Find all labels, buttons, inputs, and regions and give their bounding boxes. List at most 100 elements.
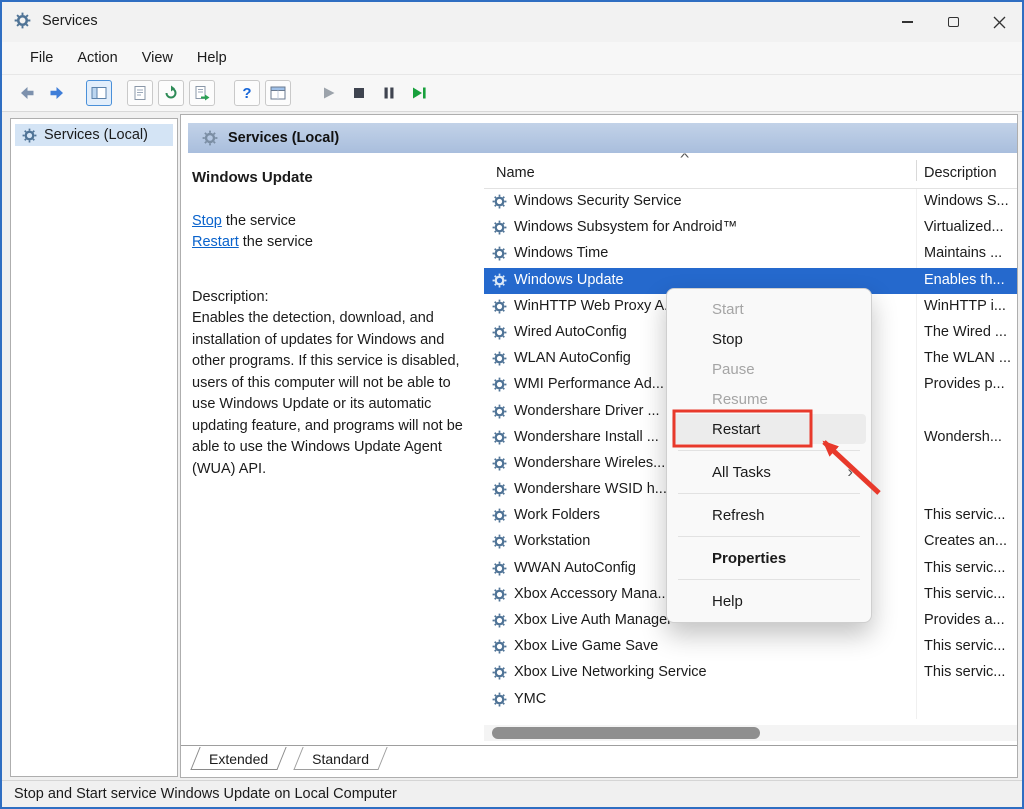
service-row[interactable]: Windows Time Maintains ... <box>484 241 1017 267</box>
new-window-button[interactable] <box>265 80 291 106</box>
menu-action[interactable]: Action <box>65 45 129 71</box>
service-name: Workstation <box>514 533 590 549</box>
view-tabs: Extended Standard <box>181 745 1017 773</box>
description-text: Enables the detection, download, and ins… <box>192 308 468 480</box>
minimize-button[interactable] <box>884 2 930 42</box>
help-icon: ? <box>238 84 256 102</box>
column-resize-handle[interactable] <box>916 160 917 181</box>
back-button[interactable] <box>12 84 42 102</box>
tree-item-services-local[interactable]: Services (Local) <box>15 124 173 146</box>
title-bar[interactable]: Services <box>2 2 1022 42</box>
selected-service-title: Windows Update <box>192 167 468 189</box>
tab-extended-label: Extended <box>209 751 268 767</box>
restart-service-link[interactable]: Restart <box>192 234 239 250</box>
menu-bar: File Action View Help <box>2 42 1022 74</box>
refresh-button[interactable] <box>158 80 184 106</box>
stop-service-line: Stop the service <box>192 211 468 233</box>
context-menu-item-restart[interactable]: Restart <box>672 414 866 444</box>
service-gear-icon <box>492 561 507 580</box>
menu-separator <box>678 579 860 580</box>
horizontal-scrollbar[interactable] <box>484 725 1017 741</box>
forward-button[interactable] <box>42 84 72 102</box>
service-row[interactable]: Xbox Live Game SaveThis servic... <box>484 634 1017 660</box>
tab-extended[interactable]: Extended <box>195 747 282 770</box>
svg-text:?: ? <box>242 85 251 102</box>
status-bar: Stop and Start service Windows Update on… <box>2 780 1022 807</box>
export-list-button[interactable] <box>189 80 215 106</box>
stop-icon <box>350 84 368 102</box>
pause-service-button[interactable] <box>376 80 402 106</box>
back-arrow-icon <box>18 84 36 102</box>
service-name: Windows Time <box>514 245 608 261</box>
context-menu-item-all-tasks[interactable]: All Tasks› <box>672 457 866 487</box>
context-menu-item-properties[interactable]: Properties <box>672 543 866 573</box>
restart-service-button[interactable] <box>406 80 432 106</box>
service-description: WinHTTP i... <box>924 298 1006 314</box>
help-button[interactable]: ? <box>234 80 260 106</box>
service-name: Windows Security Service <box>514 193 682 209</box>
refresh-icon <box>162 84 180 102</box>
new-window-icon <box>269 84 287 102</box>
resume-icon <box>410 84 428 102</box>
service-gear-icon <box>492 273 507 292</box>
service-description: Wondersh... <box>924 429 1002 445</box>
service-gear-icon <box>492 325 507 344</box>
service-description: Maintains ... <box>924 245 1002 261</box>
service-name: WWAN AutoConfig <box>514 560 636 576</box>
service-gear-icon <box>492 299 507 318</box>
service-gear-icon <box>492 456 507 475</box>
column-header-description[interactable]: Description <box>924 165 997 181</box>
service-gear-icon <box>492 692 507 711</box>
service-description: Virtualized... <box>924 219 1004 235</box>
services-header-icon <box>202 130 218 146</box>
forward-arrow-icon <box>48 84 66 102</box>
menu-separator <box>678 450 860 451</box>
service-name: Wondershare Wireles... <box>514 455 665 471</box>
column-header-name[interactable]: Name <box>496 165 535 181</box>
service-gear-icon <box>492 351 507 370</box>
service-description: This servic... <box>924 507 1005 523</box>
main-panel: Services (Local) Windows Update Stop the… <box>180 114 1018 778</box>
service-gear-icon <box>492 404 507 423</box>
stop-service-suffix: the service <box>222 213 296 229</box>
console-tree-panel: Services (Local) <box>10 118 178 777</box>
stop-service-link[interactable]: Stop <box>192 213 222 229</box>
menu-separator <box>678 536 860 537</box>
console-tree-icon <box>90 84 108 102</box>
show-console-tree-button[interactable] <box>86 80 112 106</box>
service-gear-icon <box>492 665 507 684</box>
service-row[interactable]: Windows Subsystem for Android™Virtualize… <box>484 215 1017 241</box>
stop-service-button[interactable] <box>346 80 372 106</box>
context-menu-item-resume: Resume <box>672 384 866 414</box>
tab-standard[interactable]: Standard <box>298 747 383 770</box>
menu-file[interactable]: File <box>18 45 65 71</box>
service-name: Xbox Live Game Save <box>514 638 658 654</box>
menu-help[interactable]: Help <box>185 45 239 71</box>
service-gear-icon <box>492 482 507 501</box>
service-gear-icon <box>492 220 507 239</box>
service-name: Xbox Live Networking Service <box>514 664 707 680</box>
horizontal-scrollbar-thumb[interactable] <box>492 727 760 739</box>
pause-icon <box>380 84 398 102</box>
start-service-button <box>316 80 342 106</box>
menu-view[interactable]: View <box>130 45 185 71</box>
service-description: This servic... <box>924 560 1005 576</box>
submenu-chevron-icon: › <box>847 462 853 482</box>
maximize-button[interactable] <box>930 2 976 42</box>
close-button[interactable] <box>976 2 1022 42</box>
context-menu-item-refresh[interactable]: Refresh <box>672 500 866 530</box>
properties-button[interactable] <box>127 80 153 106</box>
context-menu-item-help[interactable]: Help <box>672 586 866 616</box>
service-gear-icon <box>492 534 507 553</box>
service-row[interactable]: Xbox Live Networking ServiceThis servic.… <box>484 660 1017 686</box>
service-gear-icon <box>492 430 507 449</box>
context-menu-item-stop[interactable]: Stop <box>672 324 866 354</box>
service-description: The WLAN ... <box>924 350 1011 366</box>
service-name: YMC <box>514 691 546 707</box>
service-gear-icon <box>492 639 507 658</box>
service-description: This servic... <box>924 586 1005 602</box>
service-name: Wondershare Driver ... <box>514 403 660 419</box>
sort-ascending-icon: ^ <box>680 153 689 164</box>
service-row[interactable]: YMC <box>484 687 1017 713</box>
service-row[interactable]: Windows Security ServiceWindows S... <box>484 189 1017 215</box>
